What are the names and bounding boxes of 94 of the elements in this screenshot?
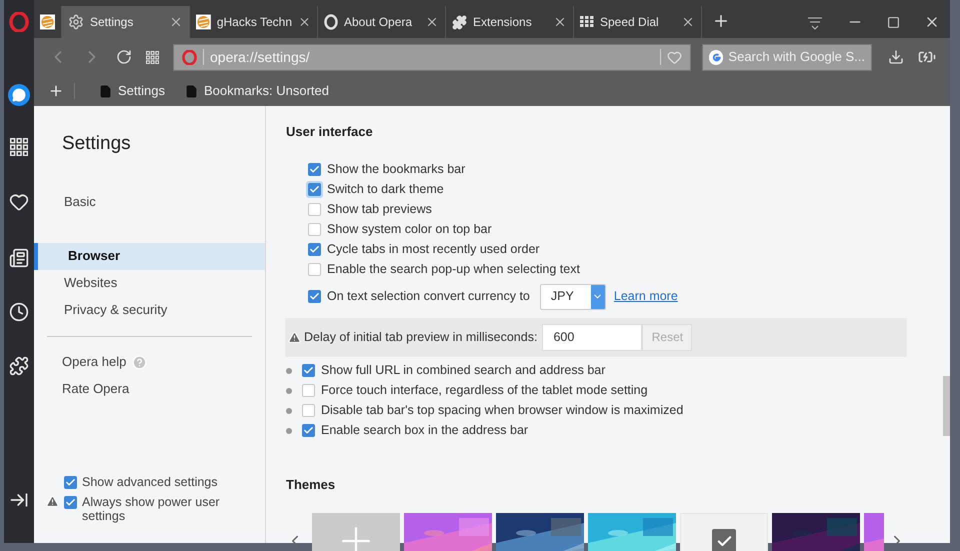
- option-label: Cycle tabs in most recently used order: [327, 241, 540, 258]
- checkbox[interactable]: [308, 243, 321, 256]
- option-label: Delay of initial tab preview in milliseconds:: [304, 328, 538, 346]
- close-tab-icon[interactable]: [681, 15, 695, 29]
- speed-dial-icon[interactable]: [10, 138, 28, 156]
- document-icon: [184, 84, 198, 98]
- checkbox[interactable]: [64, 476, 77, 489]
- checkbox[interactable]: [64, 496, 77, 509]
- nav-item[interactable]: Basic: [34, 188, 265, 216]
- nav-item[interactable]: Browser: [34, 242, 265, 270]
- checkbox[interactable]: [308, 223, 321, 236]
- speed-dial-icon[interactable]: [146, 50, 159, 64]
- bookmark[interactable]: Bookmarks: Unsorted: [184, 81, 329, 101]
- help-link[interactable]: Rate Opera: [62, 379, 130, 399]
- help-icon: [132, 354, 148, 370]
- messenger-icon[interactable]: [8, 84, 30, 106]
- opera-logo-icon: [182, 50, 197, 64]
- close-tab-icon[interactable]: [169, 15, 183, 29]
- option-label: Show full URL in combined search and address bar: [321, 362, 606, 380]
- warning-icon: [46, 495, 59, 508]
- nav-item[interactable]: Privacy & security: [34, 296, 265, 324]
- bullet-icon: [286, 368, 292, 374]
- option-label: On text selection convert currency to: [327, 288, 530, 306]
- section-heading: Themes: [286, 476, 336, 494]
- tab-title: Extensions: [473, 14, 533, 31]
- check-icon: [309, 184, 320, 195]
- warning-icon: [288, 330, 301, 344]
- option-label: Force touch interface, regardless of the tablet mode setting: [321, 382, 648, 400]
- checkbox[interactable]: [308, 163, 321, 176]
- check-icon: [303, 425, 314, 436]
- nav-item[interactable]: Websites: [34, 270, 265, 296]
- tab[interactable]: Settings: [62, 6, 190, 38]
- add-bookmark-icon[interactable]: [48, 83, 64, 99]
- checkbox[interactable]: [302, 364, 315, 377]
- scrollbar-thumb[interactable]: [943, 376, 950, 436]
- option-label: Show advanced settings: [82, 475, 219, 489]
- check-icon: [65, 477, 76, 488]
- tab-title: About Opera: [344, 14, 414, 31]
- option-label: Show the bookmarks bar: [327, 161, 466, 178]
- bullet-icon: [286, 428, 292, 434]
- close-tab-icon[interactable]: [298, 15, 311, 29]
- option-label: Disable tab bar's top spacing when browser window is maximized: [321, 402, 684, 420]
- checkbox[interactable]: [302, 424, 315, 437]
- new-tab-icon[interactable]: [712, 12, 730, 30]
- checkbox[interactable]: [308, 290, 321, 303]
- option-label: Show system color on top bar: [327, 221, 492, 238]
- opera-logo-icon: [9, 12, 29, 32]
- delay-input[interactable]: 600: [542, 324, 642, 350]
- checkbox[interactable]: [302, 384, 315, 397]
- help-link[interactable]: Opera help: [62, 352, 126, 372]
- option-label: Always show power user settings: [82, 495, 221, 523]
- heart-icon[interactable]: [9, 192, 29, 212]
- google-icon: [709, 50, 724, 64]
- tab-title: gHacks Techn: [216, 14, 292, 31]
- grid-icon: [580, 16, 594, 28]
- opera-outline-icon: [324, 14, 338, 30]
- tab-title: Settings: [90, 14, 134, 31]
- address-text: opera://settings/: [210, 48, 311, 67]
- search-placeholder: Search with Google S...: [728, 48, 865, 66]
- close-tab-icon[interactable]: [553, 15, 567, 29]
- check-icon: [309, 291, 320, 302]
- maximize-icon[interactable]: [887, 16, 900, 29]
- checkbox[interactable]: [302, 404, 315, 417]
- checkbox[interactable]: [308, 203, 321, 216]
- site-favicon-icon: [196, 14, 211, 30]
- learn-more-link[interactable]: Learn more: [614, 287, 678, 306]
- option-label: Enable search box in the address bar: [321, 422, 528, 440]
- puzzle-icon: [452, 14, 467, 30]
- selected-check-icon: [712, 529, 736, 551]
- close-tab-icon[interactable]: [425, 15, 439, 29]
- download-icon[interactable]: [888, 49, 904, 65]
- gear-icon: [68, 14, 84, 30]
- puzzle-icon[interactable]: [9, 356, 29, 376]
- option-label: Switch to dark theme: [327, 181, 444, 198]
- document-icon: [99, 84, 112, 98]
- bullet-icon: [286, 408, 292, 414]
- check-icon: [303, 365, 314, 376]
- check-icon: [65, 497, 76, 508]
- check-icon: [309, 244, 320, 255]
- news-icon[interactable]: [9, 248, 29, 268]
- option-label: Show tab previews: [327, 201, 432, 218]
- section-heading: User interface: [286, 123, 374, 141]
- currency-dropdown[interactable]: JPY: [540, 284, 606, 310]
- check-icon: [309, 164, 320, 175]
- option-label: Enable the search pop-up when selecting text: [327, 261, 580, 278]
- site-favicon-icon: [40, 14, 55, 30]
- history-clock-icon[interactable]: [9, 302, 29, 322]
- menu-lines-icon[interactable]: [807, 16, 823, 30]
- checkbox[interactable]: [308, 263, 321, 276]
- bullet-icon: [286, 388, 292, 394]
- reload-icon[interactable]: [116, 49, 132, 65]
- settings-title: Settings: [61, 132, 132, 156]
- tab-title: Speed Dial: [600, 14, 660, 31]
- bookmark[interactable]: Settings: [99, 81, 165, 101]
